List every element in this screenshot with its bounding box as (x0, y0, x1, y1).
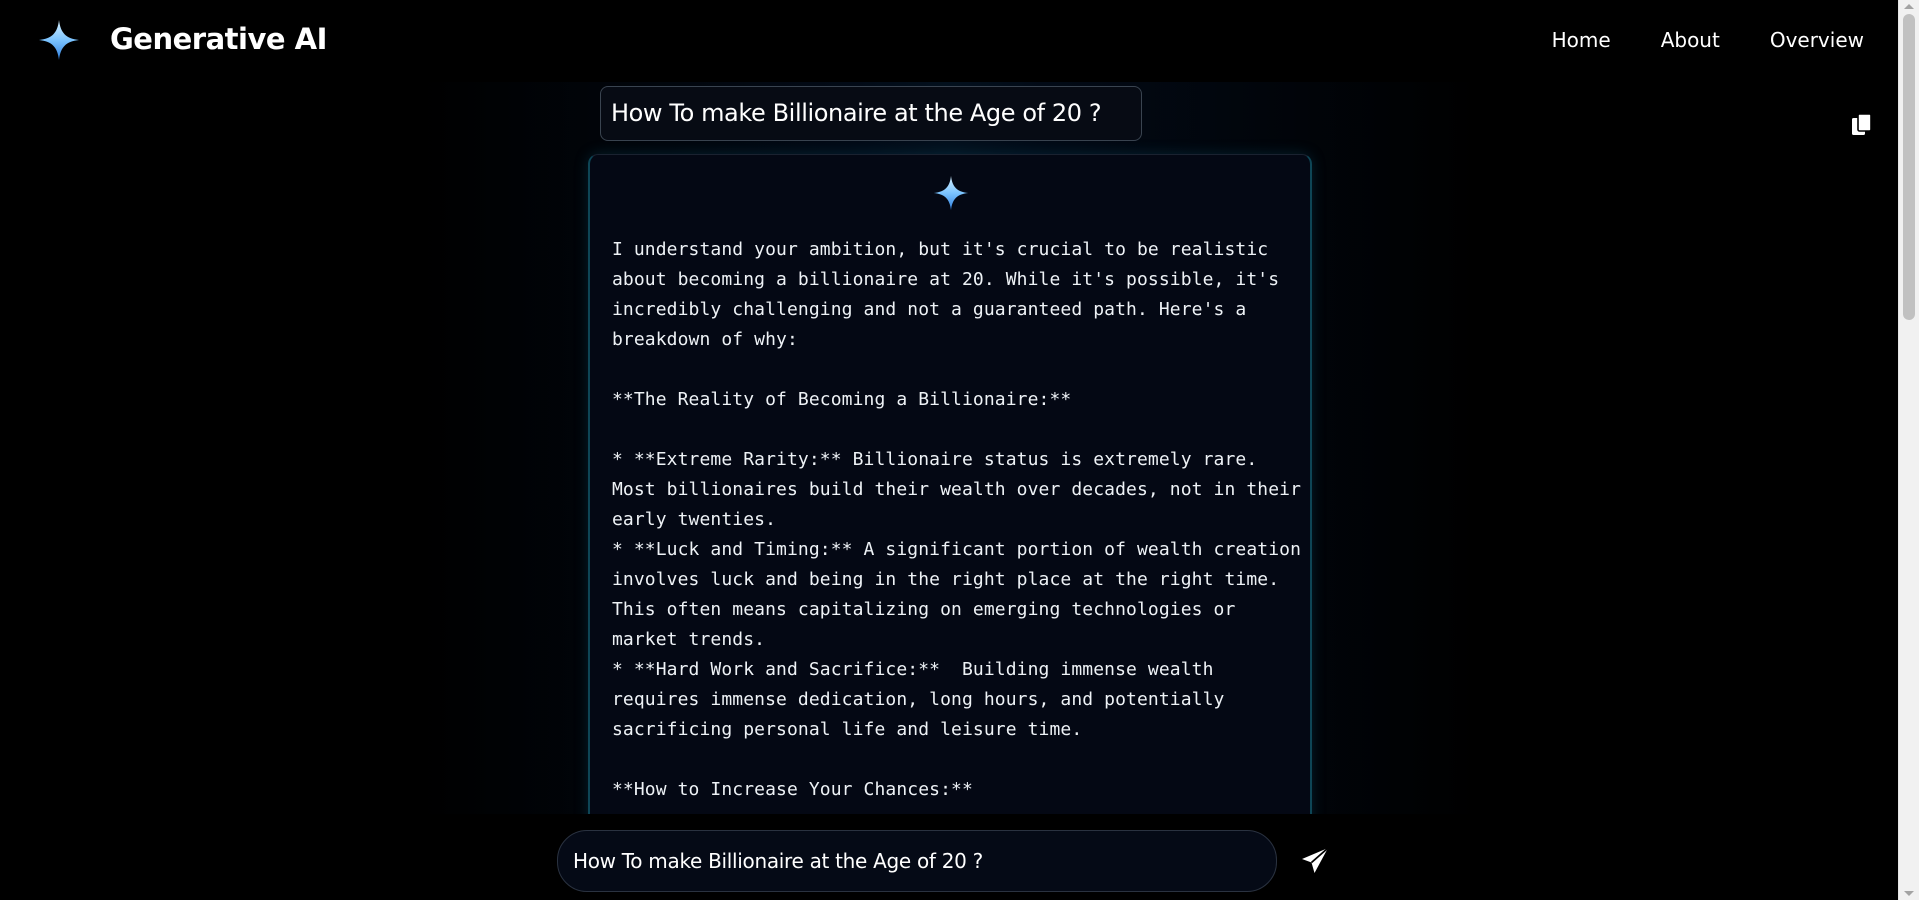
copy-icon[interactable] (1850, 112, 1874, 138)
prompt-input[interactable] (557, 830, 1277, 892)
sparkle-logo-icon (38, 19, 80, 61)
nav-overview-link[interactable]: Overview (1770, 26, 1864, 54)
scroll-thumb[interactable] (1903, 14, 1915, 320)
brand-title: Generative AI (110, 22, 327, 56)
ai-response-text: I understand your ambition, but it's cru… (612, 239, 1302, 800)
scroll-down-arrow-icon[interactable] (1904, 891, 1914, 896)
scroll-up-arrow-icon[interactable] (1904, 4, 1914, 9)
chat-area: How To make Billionaire at the Age of 20… (0, 82, 1898, 814)
user-question-bubble: How To make Billionaire at the Age of 20… (600, 86, 1142, 141)
nav-about-link[interactable]: About (1661, 26, 1720, 54)
main-nav: Home About Overview (1552, 26, 1864, 54)
send-icon[interactable] (1300, 846, 1330, 876)
ai-response-card: I understand your ambition, but it's cru… (588, 154, 1312, 814)
prompt-bar (0, 814, 1898, 900)
nav-home-link[interactable]: Home (1552, 26, 1611, 54)
sparkle-icon (933, 175, 969, 211)
top-navbar: Generative AI Home About Overview (0, 0, 1898, 82)
page-scrollbar[interactable] (1898, 0, 1919, 900)
app-window: Generative AI Home About Overview How To… (0, 0, 1919, 900)
